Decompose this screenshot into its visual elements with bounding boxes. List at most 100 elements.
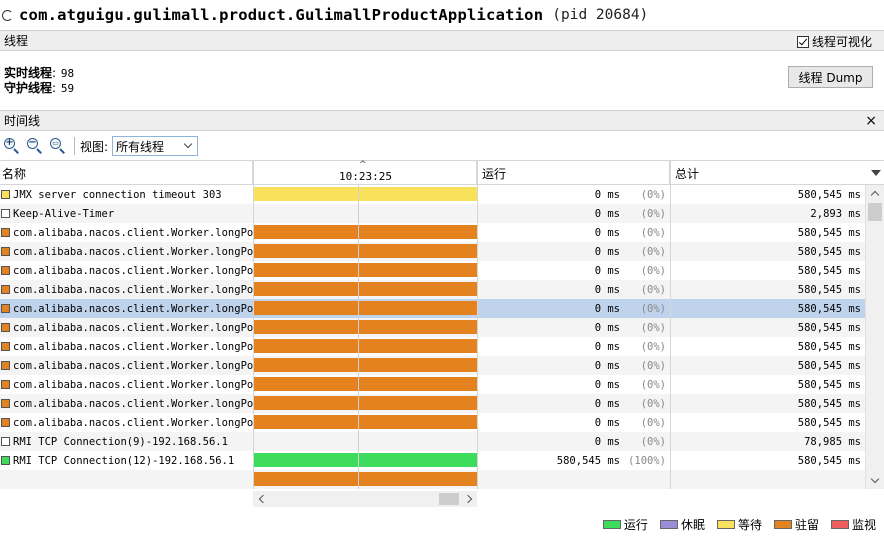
total-time-value: 580,545 ms <box>797 321 861 334</box>
thread-state-bar <box>253 358 477 372</box>
table-row[interactable]: com.alibaba.nacos.client.Worker.longPoll… <box>0 356 865 375</box>
thread-timeline-cell <box>253 394 477 413</box>
running-time-value: 0 ms <box>594 226 620 239</box>
thread-timeline-cell <box>253 337 477 356</box>
daemon-threads-value: 59 <box>60 82 75 95</box>
daemon-threads-label: 守护线程 <box>4 81 53 95</box>
thread-name: RMI TCP Connection(9)-192.168.56.1 <box>13 435 228 448</box>
table-row[interactable]: Keep-Alive-Timer 0 ms (0%) 2,893 ms <box>0 204 865 223</box>
running-percent-value: (0%) <box>640 302 666 315</box>
thread-dump-button[interactable]: 线程 Dump <box>788 66 873 88</box>
table-row[interactable]: RMI TCP Connection(12)-192.168.56.1 580,5… <box>0 451 865 470</box>
running-time-cell: 0 ms (0%) <box>477 242 670 261</box>
table-row[interactable]: com.alibaba.nacos.client.Worker.longPoll… <box>0 261 865 280</box>
running-time-value: 0 ms <box>594 283 620 296</box>
table-row[interactable] <box>0 470 865 489</box>
thread-timeline-cell <box>253 470 477 489</box>
legend-label: 休眠 <box>680 518 705 532</box>
running-time-value: 0 ms <box>594 207 620 220</box>
total-time-cell: 580,545 ms <box>670 451 865 470</box>
column-header-total[interactable]: 总计 <box>670 161 865 185</box>
running-time-cell: 0 ms (0%) <box>477 280 670 299</box>
legend-label: 监视 <box>851 518 876 532</box>
timeline-section-header: 时间线 × <box>0 110 884 131</box>
threads-table: 名称 ^ 10:23:25 运行 总计 JMX server connectio… <box>0 160 884 489</box>
table-row[interactable]: com.alibaba.nacos.client.Worker.longPoll… <box>0 299 865 318</box>
total-time-value: 580,545 ms <box>797 416 861 429</box>
running-time-value: 0 ms <box>594 188 620 201</box>
total-time-value: 580,545 ms <box>797 454 861 467</box>
chevron-down-icon <box>183 139 193 149</box>
total-time-cell: 78,985 ms <box>670 432 865 451</box>
close-icon[interactable]: × <box>865 112 877 130</box>
running-time-value: 0 ms <box>594 302 620 315</box>
total-time-value: 580,545 ms <box>797 397 861 410</box>
total-time-value: 580,545 ms <box>797 245 861 258</box>
dropdown-icon <box>870 170 881 176</box>
visualize-threads-toggle[interactable]: 线程可视化 <box>796 33 872 50</box>
running-time-cell: 0 ms (0%) <box>477 337 670 356</box>
scroll-down-button[interactable] <box>866 472 884 489</box>
thread-name-cell: com.alibaba.nacos.client.Worker.longPoll… <box>0 318 253 337</box>
thread-state-swatch <box>1 342 10 351</box>
zoom-fit-icon[interactable]: ▭ <box>48 136 69 156</box>
table-header: 名称 ^ 10:23:25 运行 总计 <box>0 160 884 185</box>
table-row[interactable]: com.alibaba.nacos.client.Worker.longPoll… <box>0 375 865 394</box>
visualize-checkbox-icon[interactable] <box>796 35 809 48</box>
total-time-cell: 2,893 ms <box>670 204 865 223</box>
running-time-cell <box>477 470 670 489</box>
scroll-right-button[interactable] <box>461 491 477 507</box>
column-header-running[interactable]: 运行 <box>477 161 670 185</box>
running-percent-value: (0%) <box>640 321 666 334</box>
running-percent-value: (0%) <box>640 188 666 201</box>
total-time-value: 2,893 ms <box>810 207 861 220</box>
thread-name-cell: com.alibaba.nacos.client.Worker.longPoll… <box>0 280 253 299</box>
zoom-in-icon[interactable]: + <box>2 136 23 156</box>
view-select[interactable]: 所有线程 <box>112 136 199 156</box>
total-time-cell: 580,545 ms <box>670 318 865 337</box>
thread-name-cell: RMI TCP Connection(9)-192.168.56.1 <box>0 432 253 451</box>
thread-name-cell: JMX server connection timeout 303 <box>0 185 253 204</box>
column-header-name[interactable]: 名称 <box>0 161 253 185</box>
table-row[interactable]: RMI TCP Connection(9)-192.168.56.1 0 ms (0… <box>0 432 865 451</box>
thread-state-swatch <box>1 247 10 256</box>
table-row[interactable]: com.alibaba.nacos.client.Worker.longPoll… <box>0 223 865 242</box>
table-row[interactable]: com.alibaba.nacos.client.Worker.longPoll… <box>0 318 865 337</box>
table-row[interactable]: com.alibaba.nacos.client.Worker.longPoll… <box>0 242 865 261</box>
scroll-up-button[interactable] <box>866 185 884 202</box>
thread-state-bar <box>253 320 477 334</box>
zoom-out-icon[interactable]: − <box>25 136 46 156</box>
vertical-scrollbar[interactable] <box>865 185 884 489</box>
total-time-value: 580,545 ms <box>797 359 861 372</box>
vertical-scroll-thumb[interactable] <box>868 203 882 221</box>
column-header-timeline[interactable]: ^ 10:23:25 <box>253 160 477 185</box>
thread-name: com.alibaba.nacos.client.Worker.longPoll… <box>13 397 253 410</box>
total-time-value: 580,545 ms <box>797 283 861 296</box>
thread-state-bar <box>253 339 477 353</box>
total-time-value: 580,545 ms <box>797 302 861 315</box>
total-time-cell: 580,545 ms <box>670 185 865 204</box>
thread-timeline-cell <box>253 299 477 318</box>
running-time-cell: 0 ms (0%) <box>477 204 670 223</box>
thread-name: com.alibaba.nacos.client.Worker.longPoll… <box>13 340 253 353</box>
table-row[interactable]: com.alibaba.nacos.client.Worker.longPoll… <box>0 280 865 299</box>
thread-name: com.alibaba.nacos.client.Worker.longPoll… <box>13 302 253 315</box>
arrow-right-icon <box>463 494 472 504</box>
table-row[interactable]: JMX server connection timeout 303 0 ms (0%… <box>0 185 865 204</box>
table-row[interactable]: com.alibaba.nacos.client.Worker.longPoll… <box>0 413 865 432</box>
thread-state-bar <box>253 244 477 258</box>
running-percent-value: (0%) <box>640 340 666 353</box>
legend-swatch <box>602 520 621 529</box>
running-time-cell: 0 ms (0%) <box>477 299 670 318</box>
column-menu-button[interactable] <box>865 161 884 185</box>
total-time-value: 580,545 ms <box>797 340 861 353</box>
horizontal-scroll-thumb[interactable] <box>439 493 459 505</box>
running-time-cell: 0 ms (0%) <box>477 223 670 242</box>
table-row[interactable]: com.alibaba.nacos.client.Worker.longPoll… <box>0 337 865 356</box>
table-row[interactable]: com.alibaba.nacos.client.Worker.longPoll… <box>0 394 865 413</box>
scroll-left-button[interactable] <box>253 491 269 507</box>
thread-timeline-cell <box>253 204 477 223</box>
timeline-horizontal-scrollbar[interactable] <box>253 491 477 507</box>
total-time-cell: 580,545 ms <box>670 356 865 375</box>
thread-state-bar <box>253 187 477 201</box>
